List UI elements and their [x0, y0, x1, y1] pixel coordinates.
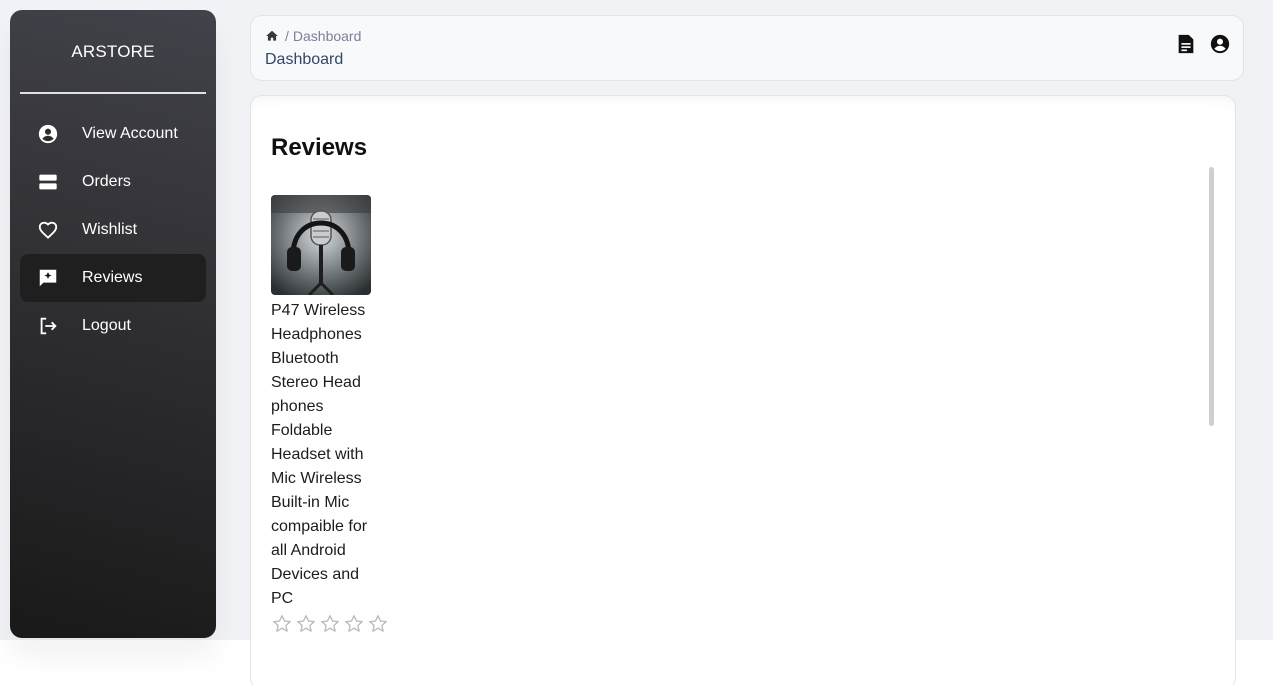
star-outline-icon[interactable]: [319, 613, 341, 635]
sidebar-item-label: Logout: [82, 317, 131, 334]
account-circle-icon[interactable]: [1209, 33, 1231, 55]
sidebar-item-label: View Account: [82, 125, 178, 142]
page-header: / Dashboard Dashboard: [250, 15, 1244, 81]
breadcrumb-current: Dashboard: [292, 28, 362, 44]
storage-icon: [20, 171, 76, 193]
star-outline-icon[interactable]: [367, 613, 389, 635]
sidebar-nav: View Account Orders Wishlist Reviews Log…: [20, 110, 206, 350]
section-title: Reviews: [271, 134, 368, 161]
sidebar-item-label: Orders: [82, 173, 131, 190]
page-title: Dashboard: [265, 51, 344, 68]
product-name[interactable]: P47 Wireless Headphones Bluetooth Stereo…: [271, 299, 375, 611]
review-item: P47 Wireless Headphones Bluetooth Stereo…: [271, 195, 387, 635]
sidebar-item-orders[interactable]: Orders: [20, 158, 206, 206]
star-rating[interactable]: [271, 613, 387, 635]
heart-outline-icon: [20, 219, 76, 241]
header-actions: [1175, 33, 1231, 55]
reviews-card: Reviews P47 Wireless Headphones Bluetoot…: [250, 95, 1236, 685]
star-outline-icon[interactable]: [343, 613, 365, 635]
home-icon[interactable]: [265, 29, 279, 43]
product-image[interactable]: [271, 195, 371, 295]
sidebar: ARSTORE View Account Orders Wishlist Rev…: [10, 10, 216, 638]
brand-logo[interactable]: ARSTORE: [10, 10, 216, 93]
logout-icon: [20, 315, 76, 337]
sidebar-item-logout[interactable]: Logout: [20, 302, 206, 350]
sidebar-divider: [20, 92, 206, 94]
sidebar-item-view-account[interactable]: View Account: [20, 110, 206, 158]
scrollbar[interactable]: [1209, 167, 1214, 426]
star-outline-icon[interactable]: [271, 613, 293, 635]
sidebar-item-label: Wishlist: [82, 221, 138, 238]
breadcrumb: / Dashboard: [265, 28, 361, 44]
rate-review-icon: [20, 267, 76, 289]
document-icon[interactable]: [1175, 33, 1197, 55]
sidebar-item-wishlist[interactable]: Wishlist: [20, 206, 206, 254]
sidebar-item-reviews[interactable]: Reviews: [20, 254, 206, 302]
account-circle-icon: [20, 123, 76, 145]
sidebar-item-label: Reviews: [82, 269, 143, 286]
star-outline-icon[interactable]: [295, 613, 317, 635]
breadcrumb-separator: /: [285, 28, 289, 44]
